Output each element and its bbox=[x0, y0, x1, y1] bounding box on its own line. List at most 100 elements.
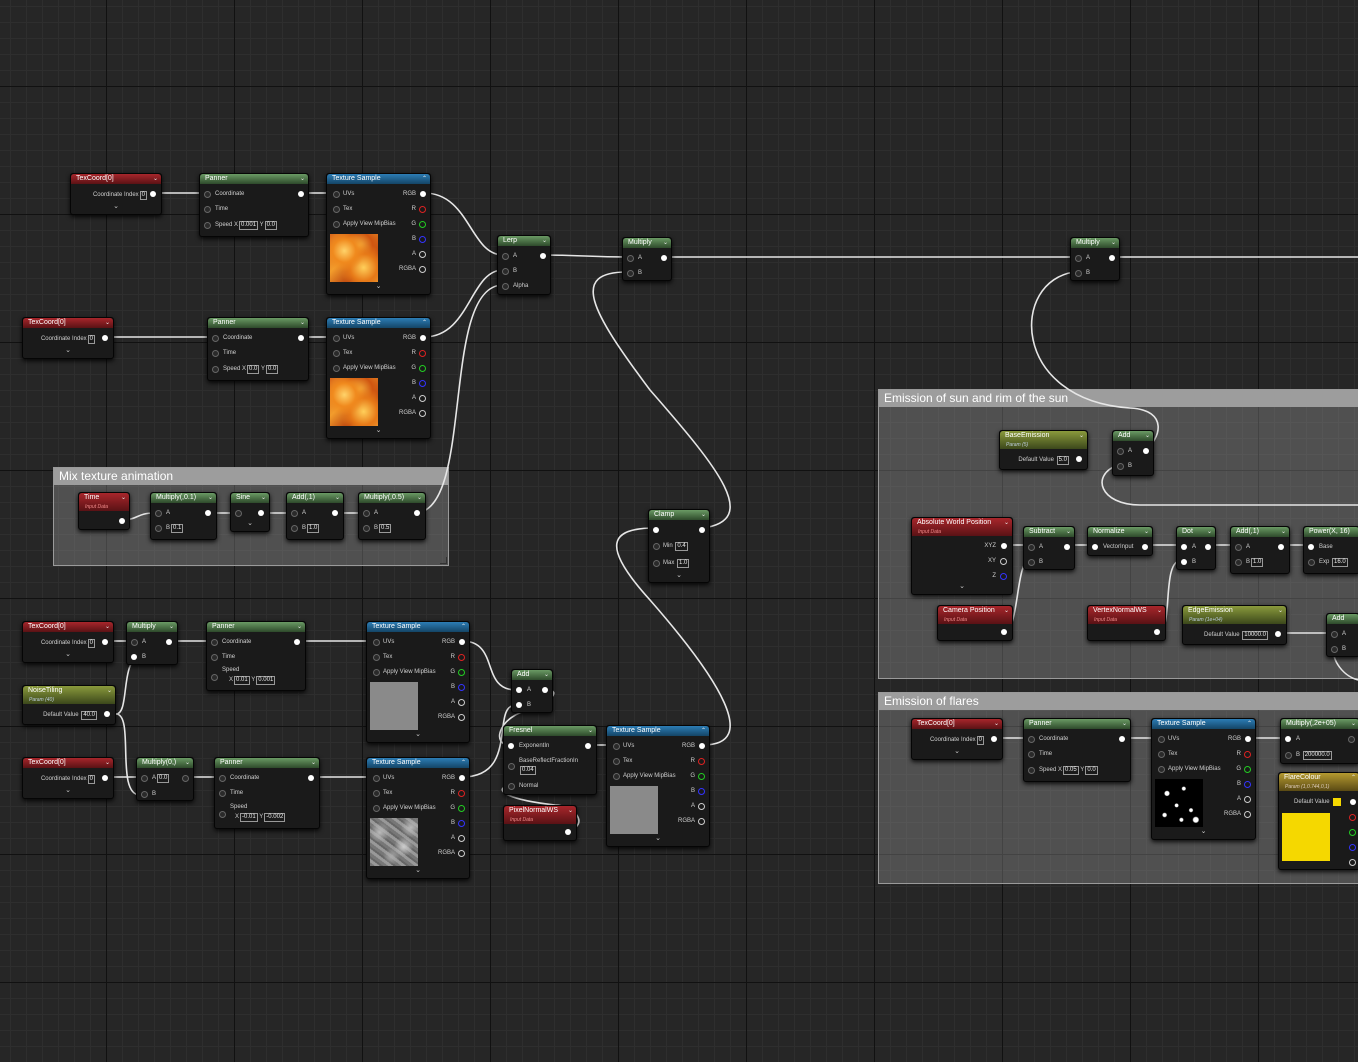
node-panner-1[interactable]: Panner ⌄ Coordinate Time Speed X 0.001 Y 0.… bbox=[199, 173, 309, 237]
output-pin[interactable] bbox=[104, 711, 110, 717]
input-pin[interactable] bbox=[373, 775, 380, 782]
chevron-down-icon[interactable]: ⌄ bbox=[169, 622, 174, 632]
expand-chevron-icon[interactable]: ⌄ bbox=[65, 347, 71, 354]
node-power[interactable]: Power(X, 16) Base Exp 16.0 bbox=[1303, 526, 1358, 574]
expand-chevron-icon[interactable]: ⌄ bbox=[65, 651, 71, 658]
output-pin[interactable] bbox=[258, 510, 264, 516]
chevron-down-icon[interactable]: ⌄ bbox=[1079, 431, 1084, 441]
output-pin[interactable] bbox=[991, 736, 997, 742]
output-pin-z[interactable] bbox=[1000, 573, 1007, 580]
node-sine[interactable]: Sine ⌄ ⌄ bbox=[230, 492, 270, 532]
input-pin-b[interactable] bbox=[131, 654, 137, 660]
speed-x-field[interactable]: 0.001 bbox=[239, 221, 259, 230]
expand-chevron-icon[interactable]: ⌄ bbox=[676, 572, 682, 579]
node-absolute-world-position[interactable]: Absolute World Position Input Data ⌄ XYZ X… bbox=[911, 517, 1013, 595]
input-pin-a[interactable] bbox=[141, 775, 148, 782]
node-fresnel[interactable]: Fresnel ⌄ ExponentIn BaseReflectFractionI… bbox=[503, 725, 597, 795]
input-pin-a[interactable] bbox=[1075, 255, 1082, 262]
chevron-down-icon[interactable]: ⌄ bbox=[1278, 606, 1283, 616]
input-pin[interactable] bbox=[211, 674, 218, 681]
output-pin[interactable] bbox=[308, 775, 314, 781]
chevron-down-icon[interactable]: ⌄ bbox=[588, 726, 593, 736]
index-field[interactable]: 0 bbox=[87, 335, 95, 344]
collapse-chevron-icon[interactable]: ⌄ bbox=[655, 835, 661, 842]
output-pin[interactable] bbox=[459, 639, 465, 645]
node-texcoord-3[interactable]: TexCoord[0] ⌄ Coordinate Index 0 ⌄ bbox=[22, 621, 114, 663]
chevron-up-icon[interactable]: ⌃ bbox=[422, 318, 427, 328]
chevron-down-icon[interactable]: ⌄ bbox=[261, 493, 266, 503]
input-pin-b[interactable] bbox=[1285, 752, 1292, 759]
chevron-down-icon[interactable]: ⌄ bbox=[1111, 238, 1116, 248]
output-pin[interactable] bbox=[661, 255, 667, 261]
input-pin[interactable] bbox=[1158, 766, 1165, 773]
output-pin[interactable] bbox=[419, 365, 426, 372]
node-header[interactable]: Normalize ⌄ bbox=[1088, 527, 1152, 537]
node-pixel-normal-ws[interactable]: PixelNormalWS Input Data ⌄ bbox=[503, 805, 577, 841]
index-field[interactable]: 0 bbox=[87, 775, 95, 784]
node-add-2[interactable]: Add ⌄ A B bbox=[511, 669, 553, 713]
base-reflect-field[interactable]: 0.04 bbox=[520, 766, 536, 775]
input-pin[interactable] bbox=[373, 639, 380, 646]
node-edge-emission[interactable]: EdgeEmission Param (1e+04) ⌄ Default Value… bbox=[1182, 605, 1287, 645]
output-pin[interactable] bbox=[1109, 255, 1115, 261]
input-pin[interactable] bbox=[219, 775, 226, 782]
input-pin[interactable] bbox=[212, 366, 219, 373]
output-pin[interactable] bbox=[1245, 736, 1251, 742]
chevron-up-icon[interactable]: ⌃ bbox=[701, 726, 706, 736]
speed-x-field[interactable]: 0.05 bbox=[1063, 766, 1079, 775]
input-pin[interactable] bbox=[613, 773, 620, 780]
min-field[interactable]: 0.4 bbox=[675, 542, 688, 551]
input-pin[interactable] bbox=[211, 654, 218, 661]
output-pin[interactable] bbox=[205, 510, 211, 516]
output-pin-g[interactable] bbox=[1349, 829, 1356, 836]
node-header[interactable]: Lerp ⌄ bbox=[498, 236, 550, 246]
speed-y-field[interactable]: 0.0 bbox=[1085, 766, 1098, 775]
node-texture-sample-3[interactable]: Texture Sample ⌃ UVs RGB Tex R Apply View… bbox=[366, 621, 470, 743]
output-pin[interactable] bbox=[1244, 811, 1251, 818]
chevron-up-icon[interactable]: ⌃ bbox=[461, 622, 466, 632]
output-pin[interactable] bbox=[1001, 629, 1007, 635]
node-header[interactable]: Texture Sample ⌃ bbox=[367, 622, 469, 632]
input-pin-a[interactable] bbox=[1235, 544, 1242, 551]
node-header[interactable]: Subtract ⌄ bbox=[1024, 527, 1074, 537]
node-multiply-0-1[interactable]: Multiply(,0.1) ⌄ A B 0.1 bbox=[150, 492, 217, 540]
index-field[interactable]: 0 bbox=[87, 639, 95, 648]
chevron-down-icon[interactable]: ⌄ bbox=[1351, 719, 1356, 729]
node-header[interactable]: Texture Sample ⌃ bbox=[1152, 719, 1255, 729]
node-header[interactable]: Texture Sample ⌃ bbox=[607, 726, 709, 736]
input-pin[interactable] bbox=[333, 350, 340, 357]
default-value-field[interactable]: 40.0 bbox=[81, 711, 97, 720]
output-pin[interactable] bbox=[698, 773, 705, 780]
input-pin-exponent[interactable] bbox=[508, 743, 514, 749]
output-pin[interactable] bbox=[540, 253, 546, 259]
output-pin[interactable] bbox=[419, 251, 426, 258]
chevron-down-icon[interactable]: ⌄ bbox=[107, 686, 112, 696]
node-add-1-b[interactable]: Add(,1) ⌄ A B 1.0 bbox=[1230, 526, 1290, 574]
node-header[interactable]: Multiply ⌄ bbox=[623, 238, 671, 248]
node-panner-3[interactable]: Panner ⌄ Coordinate Time Speed X 0.01 Y 0.0… bbox=[206, 621, 306, 691]
output-pin[interactable] bbox=[458, 684, 465, 691]
input-pin[interactable] bbox=[204, 222, 211, 229]
node-texture-sample-5[interactable]: Texture Sample ⌃ UVs RGB Tex R Apply View… bbox=[606, 725, 710, 847]
output-pin[interactable] bbox=[1244, 796, 1251, 803]
input-pin[interactable] bbox=[613, 743, 620, 750]
node-header[interactable]: PixelNormalWS Input Data ⌄ bbox=[504, 806, 576, 824]
output-pin-b[interactable] bbox=[1349, 844, 1356, 851]
node-header[interactable]: Texture Sample ⌃ bbox=[327, 174, 430, 184]
output-pin[interactable] bbox=[102, 775, 108, 781]
chevron-down-icon[interactable]: ⌄ bbox=[542, 236, 547, 246]
input-pin-b[interactable] bbox=[502, 268, 509, 275]
default-value-field[interactable]: 10000.0 bbox=[1242, 631, 1268, 640]
input-pin-a[interactable] bbox=[627, 255, 634, 262]
node-header[interactable]: TexCoord[0] ⌄ bbox=[912, 719, 1002, 729]
node-header[interactable]: Panner ⌄ bbox=[200, 174, 308, 184]
node-multiply-2[interactable]: Multiply ⌄ A B bbox=[1070, 237, 1120, 281]
output-pin[interactable] bbox=[458, 790, 465, 797]
input-pin[interactable] bbox=[204, 191, 211, 198]
b-value-field[interactable]: 0.1 bbox=[171, 524, 184, 533]
output-pin[interactable] bbox=[1348, 736, 1355, 743]
input-pin[interactable] bbox=[373, 654, 380, 661]
output-pin[interactable] bbox=[1119, 736, 1125, 742]
output-pin[interactable] bbox=[298, 335, 304, 341]
input-pin[interactable] bbox=[1158, 736, 1165, 743]
